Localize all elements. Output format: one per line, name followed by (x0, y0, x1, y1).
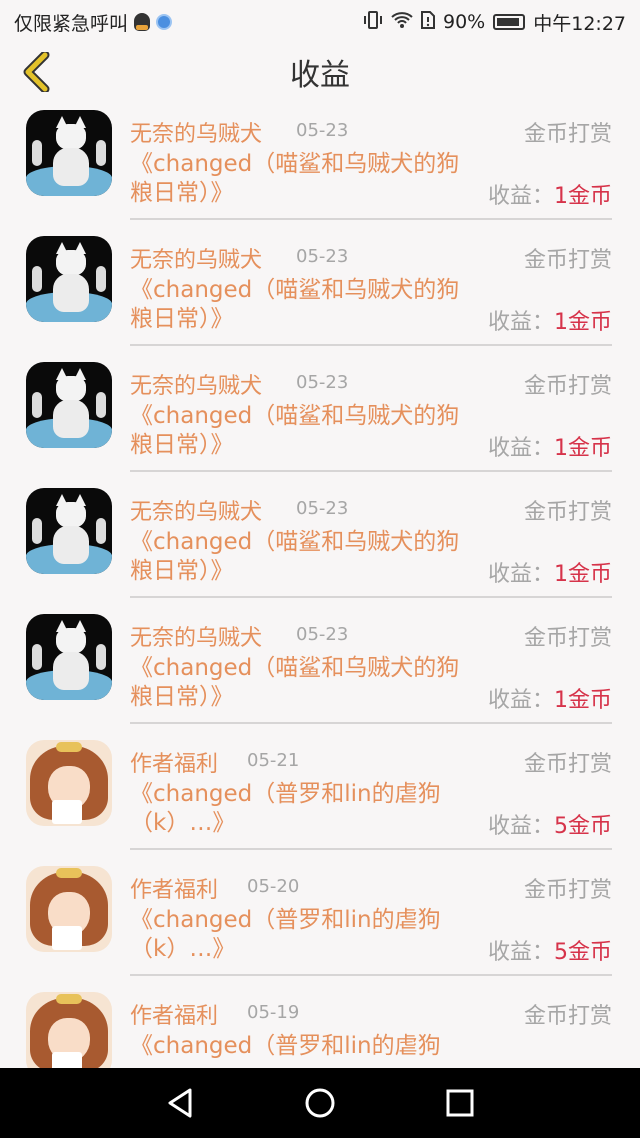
reward-type: 金币打赏 (523, 626, 612, 651)
income-label: 收益： (487, 436, 554, 461)
reward-type: 金币打赏 (523, 374, 612, 399)
income-label: 收益： (487, 940, 554, 965)
income-amount: 1金币 (554, 562, 612, 587)
author-name[interactable]: 无奈的乌贼犬 (130, 494, 262, 526)
sim-alert-icon (421, 10, 435, 34)
income-row: 收益：1金币 (488, 556, 612, 588)
reward-type: 金币打赏 (523, 752, 612, 777)
avatar[interactable] (26, 362, 112, 448)
income-amount: 1金币 (554, 184, 612, 209)
income-row: 收益：5金币 (488, 808, 612, 840)
reward-type: 金币打赏 (523, 122, 612, 147)
book-title[interactable]: 《changed（喵鲨和乌贼犬的狗粮日常）》 (130, 654, 480, 712)
triangle-back-icon (168, 1088, 192, 1118)
vibrate-icon (363, 10, 383, 34)
income-amount: 5金币 (554, 814, 612, 839)
battery-icon (493, 14, 526, 30)
reward-type: 金币打赏 (523, 500, 612, 525)
avatar[interactable] (26, 110, 112, 196)
nav-home-button[interactable] (300, 1083, 340, 1123)
book-title[interactable]: 《changed（普罗和lin的虐狗（k）…》 (130, 906, 480, 964)
income-amount: 1金币 (554, 688, 612, 713)
list-item[interactable]: 作者福利 05-20 金币打赏 《changed（普罗和lin的虐狗（k）…》 … (0, 856, 640, 982)
income-amount: 1金币 (554, 436, 612, 461)
list-item[interactable]: 无奈的乌贼犬 05-23 金币打赏 《changed（喵鲨和乌贼犬的狗粮日常）》… (0, 478, 640, 604)
list-item[interactable]: 无奈的乌贼犬 05-23 金币打赏 《changed（喵鲨和乌贼犬的狗粮日常）》… (0, 352, 640, 478)
income-amount: 1金币 (554, 310, 612, 335)
income-row: 收益：5金币 (488, 934, 612, 966)
list-item[interactable]: 无奈的乌贼犬 05-23 金币打赏 《changed（喵鲨和乌贼犬的狗粮日常）》… (0, 226, 640, 352)
book-title[interactable]: 《changed（普罗和lin的虐狗（k）…》 (130, 780, 480, 838)
income-label: 收益： (487, 688, 554, 713)
author-name[interactable]: 作者福利 (130, 872, 218, 904)
system-nav-bar (0, 1068, 640, 1138)
income-label: 收益： (487, 310, 554, 335)
author-name[interactable]: 无奈的乌贼犬 (130, 368, 262, 400)
qq-icon (134, 13, 151, 31)
list-item[interactable]: 作者福利 05-19 金币打赏 《changed（普罗和lin的虐狗 (0, 982, 640, 1068)
avatar[interactable] (26, 866, 112, 952)
book-title[interactable]: 《changed（喵鲨和乌贼犬的狗粮日常）》 (130, 276, 480, 334)
nav-back-button[interactable] (160, 1083, 200, 1123)
author-name[interactable]: 无奈的乌贼犬 (130, 116, 262, 148)
income-amount: 5金币 (554, 940, 612, 965)
list-item[interactable]: 作者福利 05-21 金币打赏 《changed（普罗和lin的虐狗（k）…》 … (0, 730, 640, 856)
item-date: 05-23 (296, 624, 349, 645)
globe-icon (156, 14, 173, 30)
reward-type: 金币打赏 (523, 1004, 612, 1029)
item-date: 05-23 (296, 246, 349, 267)
item-date: 05-23 (296, 498, 349, 519)
avatar[interactable] (26, 236, 112, 322)
author-name[interactable]: 无奈的乌贼犬 (130, 242, 262, 274)
chevron-left-icon (23, 52, 50, 92)
book-title[interactable]: 《changed（普罗和lin的虐狗 (130, 1032, 480, 1061)
book-title[interactable]: 《changed（喵鲨和乌贼犬的狗粮日常）》 (130, 528, 480, 586)
income-list[interactable]: 无奈的乌贼犬 05-23 金币打赏 《changed（喵鲨和乌贼犬的狗粮日常）》… (0, 100, 640, 1068)
item-date: 05-19 (247, 1002, 300, 1023)
income-label: 收益： (487, 184, 554, 209)
circle-home-icon (305, 1088, 335, 1118)
header: 收益 (0, 44, 640, 100)
list-item[interactable]: 无奈的乌贼犬 05-23 金币打赏 《changed（喵鲨和乌贼犬的狗粮日常）》… (0, 100, 640, 226)
book-title[interactable]: 《changed（喵鲨和乌贼犬的狗粮日常）》 (130, 150, 480, 208)
income-row: 收益：1金币 (488, 304, 612, 336)
item-date: 05-23 (296, 120, 349, 141)
carrier-text: 仅限紧急呼叫 (14, 12, 129, 35)
avatar[interactable] (26, 488, 112, 574)
income-label: 收益： (487, 562, 554, 587)
item-date: 05-21 (247, 750, 300, 771)
clock: 中午12:27 (533, 12, 626, 35)
income-label: 收益： (487, 814, 554, 839)
battery-percent: 90% (443, 11, 486, 33)
list-item[interactable]: 无奈的乌贼犬 05-23 金币打赏 《changed（喵鲨和乌贼犬的狗粮日常）》… (0, 604, 640, 730)
square-recent-icon (446, 1089, 474, 1117)
income-row: 收益：1金币 (488, 178, 612, 210)
author-name[interactable]: 作者福利 (130, 998, 218, 1030)
avatar[interactable] (26, 992, 112, 1068)
author-name[interactable]: 作者福利 (130, 746, 218, 778)
avatar[interactable] (26, 614, 112, 700)
wifi-icon (391, 11, 413, 34)
reward-type: 金币打赏 (523, 878, 612, 903)
income-row: 收益：1金币 (488, 682, 612, 714)
nav-recent-button[interactable] (440, 1083, 480, 1123)
item-date: 05-20 (247, 876, 300, 897)
avatar[interactable] (26, 740, 112, 826)
author-name[interactable]: 无奈的乌贼犬 (130, 620, 262, 652)
reward-type: 金币打赏 (523, 248, 612, 273)
page-title: 收益 (290, 58, 350, 93)
item-date: 05-23 (296, 372, 349, 393)
status-bar: 仅限紧急呼叫 90% 中午12:27 (0, 0, 640, 44)
book-title[interactable]: 《changed（喵鲨和乌贼犬的狗粮日常）》 (130, 402, 480, 460)
income-row: 收益：1金币 (488, 430, 612, 462)
back-button[interactable] (14, 50, 58, 94)
